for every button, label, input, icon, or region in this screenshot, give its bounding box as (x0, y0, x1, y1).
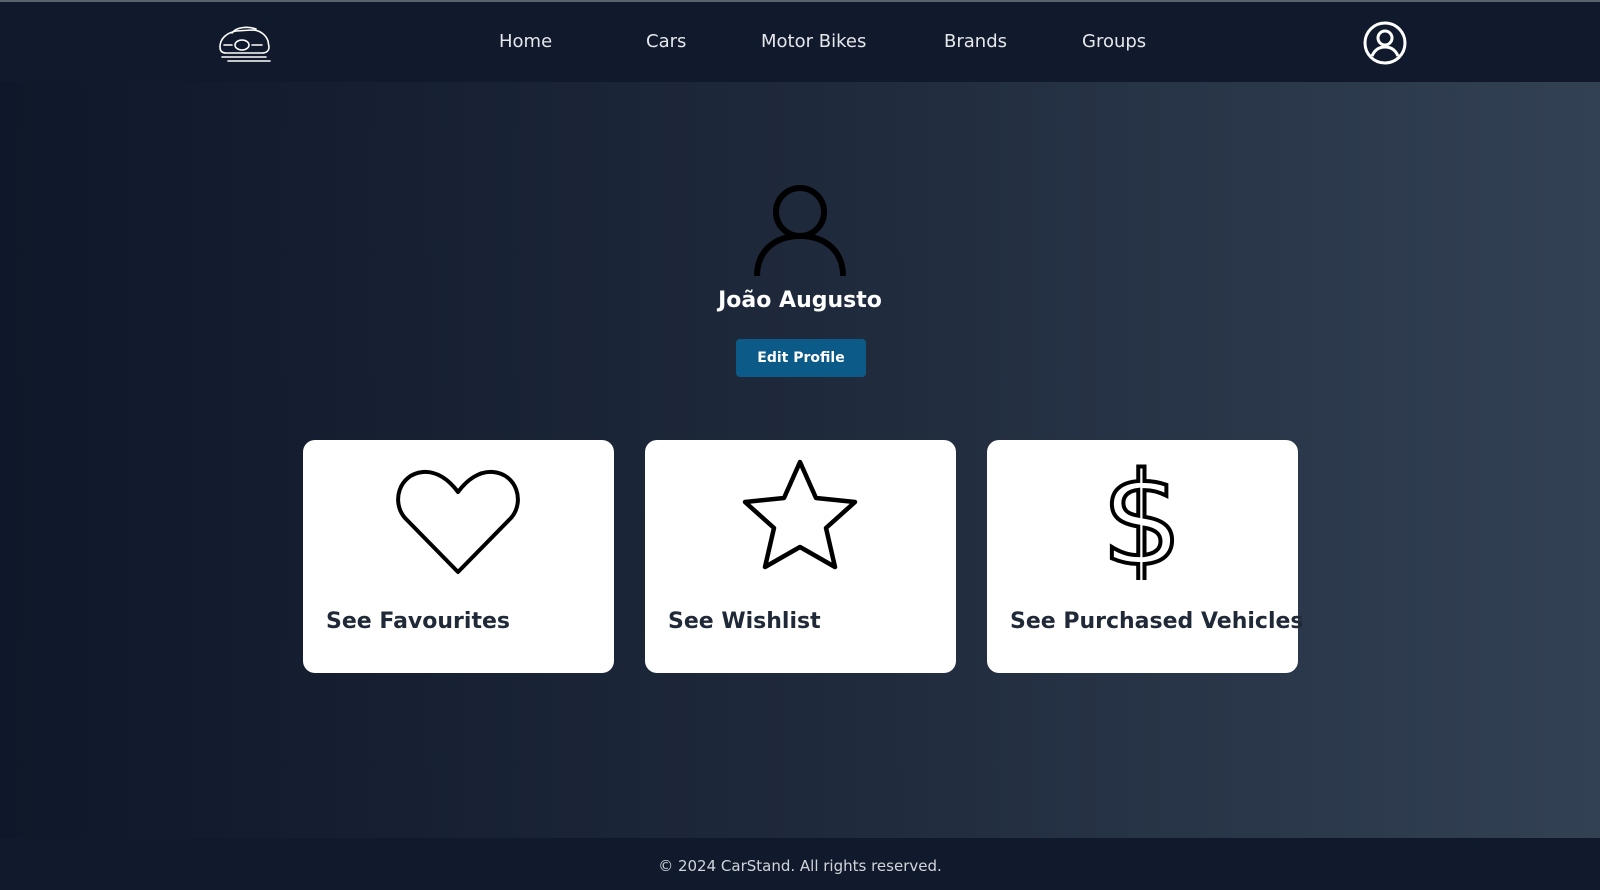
nav-link-home[interactable]: Home (499, 30, 552, 54)
purchased-vehicles-label: See Purchased Vehicles (1010, 609, 1304, 634)
copyright-text: © 2024 CarStand. All rights reserved. (658, 857, 942, 875)
profile-main: João Augusto Edit Profile See Favourites… (0, 82, 1600, 838)
nav-link-cars[interactable]: Cars (646, 30, 686, 54)
nav-link-motor-bikes[interactable]: Motor Bikes (761, 30, 866, 54)
nav-links: Home Cars Motor Bikes Brands Groups (0, 2, 1600, 82)
wishlist-label: See Wishlist (668, 609, 821, 634)
nav-link-brands[interactable]: Brands (944, 30, 1007, 54)
edit-profile-button[interactable]: Edit Profile (736, 339, 866, 377)
user-name: João Augusto (718, 288, 882, 313)
svg-text:$: $ (1101, 456, 1182, 580)
user-circle-icon[interactable] (1363, 21, 1407, 65)
user-icon (754, 185, 846, 277)
favourites-label: See Favourites (326, 609, 510, 634)
dollar-icon: $ (1099, 456, 1184, 580)
nav-link-groups[interactable]: Groups (1082, 30, 1146, 54)
top-navbar: Home Cars Motor Bikes Brands Groups (0, 2, 1600, 82)
footer: © 2024 CarStand. All rights reserved. (0, 838, 1600, 890)
heart-icon (396, 469, 520, 574)
star-icon (742, 459, 858, 570)
purchased-vehicles-card[interactable]: $ See Purchased Vehicles (987, 440, 1304, 673)
wishlist-card[interactable]: See Wishlist (645, 440, 956, 673)
favourites-card[interactable]: See Favourites (303, 440, 614, 673)
